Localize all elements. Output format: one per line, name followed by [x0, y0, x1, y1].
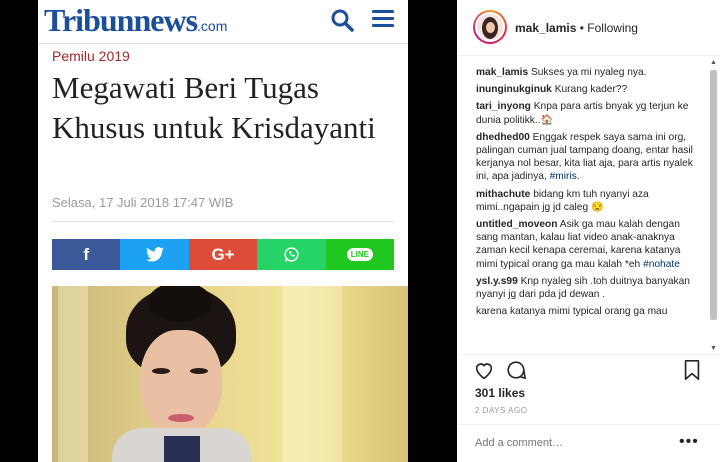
scroll-down-arrow-icon[interactable]: ▼	[709, 344, 718, 353]
scroll-up-arrow-icon[interactable]: ▲	[709, 58, 718, 67]
hashtag-link[interactable]: #nohate	[643, 259, 680, 270]
article-date: Selasa, 17 Juli 2018 17:47 WIB	[52, 195, 234, 210]
comment-item: untitled_moveon Asik ga mau kalah dengan…	[476, 218, 698, 271]
photo-lips	[168, 414, 194, 422]
username-link[interactable]: mak_lamis	[515, 21, 576, 35]
comment-icon[interactable]	[505, 359, 527, 381]
comment-item: karena katanya mimi typical orang ga mau	[476, 305, 698, 318]
whatsapp-share-icon	[257, 239, 326, 270]
article-headline: Megawati Beri Tugas Khusus untuk Krisday…	[52, 70, 376, 145]
separator-dot: •	[579, 21, 584, 35]
post-image: Tribunnews.com Pemilu 2019 Megawati Beri…	[38, 0, 408, 462]
photo-eye	[152, 368, 170, 374]
logo-main: Tribunnews	[44, 2, 198, 38]
twitter-share-icon	[120, 239, 189, 270]
logo-suffix: .com	[197, 18, 228, 34]
divider	[52, 221, 394, 222]
comment-username[interactable]: untitled_moveon	[476, 219, 558, 230]
search-icon	[331, 9, 354, 32]
comment-username[interactable]: mak_lamis	[476, 67, 528, 78]
comment-item: mak_lamis Sukses ya mi nyaleg nya.	[476, 66, 698, 79]
photo-pillar	[282, 286, 342, 462]
article-category: Pemilu 2019	[52, 48, 130, 64]
heart-icon[interactable]	[473, 359, 495, 381]
post-actions	[457, 354, 720, 382]
bookmark-icon[interactable]	[682, 359, 702, 381]
tribunnews-logo: Tribunnews.com	[44, 2, 227, 39]
share-bar: f G+ LINE	[52, 239, 395, 270]
comment-username[interactable]: ysl.y.s99	[476, 276, 518, 287]
comment-text: Sukses ya mi nyaleg nya.	[530, 67, 647, 78]
scroll-thumb[interactable]	[710, 70, 717, 320]
comments-list: mak_lamis Sukses ya mi nyaleg nya. inung…	[476, 66, 698, 352]
photo-blouse	[164, 436, 200, 462]
post-header: mak_lamis • Following	[457, 0, 720, 56]
avatar[interactable]	[473, 10, 507, 44]
comment-username[interactable]: tari_inyong	[476, 101, 531, 112]
add-comment-input[interactable]	[475, 437, 665, 449]
comment-text-tail: .	[576, 171, 580, 183]
comment-username[interactable]: mithachute	[476, 189, 530, 200]
facebook-glyph: f	[83, 244, 90, 264]
article-photo	[52, 286, 408, 462]
googleplus-share-icon: G+	[188, 239, 258, 270]
avatar-image	[475, 12, 505, 42]
add-comment-row: •••	[457, 424, 720, 462]
whatsapp-icon	[284, 247, 299, 262]
twitter-bird-icon	[145, 247, 164, 262]
comment-text: karena katanya mimi typical orang ga mau	[476, 306, 668, 318]
likes-count[interactable]: 301 likes	[475, 386, 525, 400]
following-button[interactable]: Following	[587, 21, 638, 35]
site-header: Tribunnews.com	[38, 0, 408, 44]
comment-text: Kurang kader??	[554, 84, 628, 96]
comment-item: ysl.y.s99 Knp nyaleg sih .toh duitnya ba…	[476, 275, 698, 301]
instagram-panel: mak_lamis • Following mak_lamis Sukses y…	[457, 0, 720, 462]
hashtag-link[interactable]: #miris	[550, 171, 577, 182]
comment-item: mithachute bidang km tuh nyanyi aza mimi…	[476, 188, 698, 214]
post-timestamp[interactable]: 2 DAYS AGO	[475, 406, 527, 415]
facebook-share-icon: f	[52, 239, 121, 270]
line-glyph: LINE	[346, 248, 373, 261]
line-share-icon: LINE	[325, 239, 395, 270]
comments-scrollbar[interactable]: ▲ ▼	[709, 58, 718, 354]
comment-item: dhedhed00 Enggak respek saya sama ini or…	[476, 131, 698, 184]
comment-item: inunginukginuk Kurang kader??	[476, 83, 698, 96]
comment-item: tari_inyong Knpa para artis bnyak yg ter…	[476, 100, 698, 126]
googleplus-glyph: G+	[211, 244, 235, 264]
more-options-icon[interactable]: •••	[679, 433, 699, 451]
photo-pillar	[58, 286, 88, 462]
post-author: mak_lamis • Following	[515, 21, 638, 35]
comment-username[interactable]: inunginukginuk	[476, 84, 552, 95]
photo-eye	[190, 368, 208, 374]
hamburger-menu-icon	[372, 10, 394, 28]
comment-username[interactable]: dhedhed00	[476, 132, 530, 143]
